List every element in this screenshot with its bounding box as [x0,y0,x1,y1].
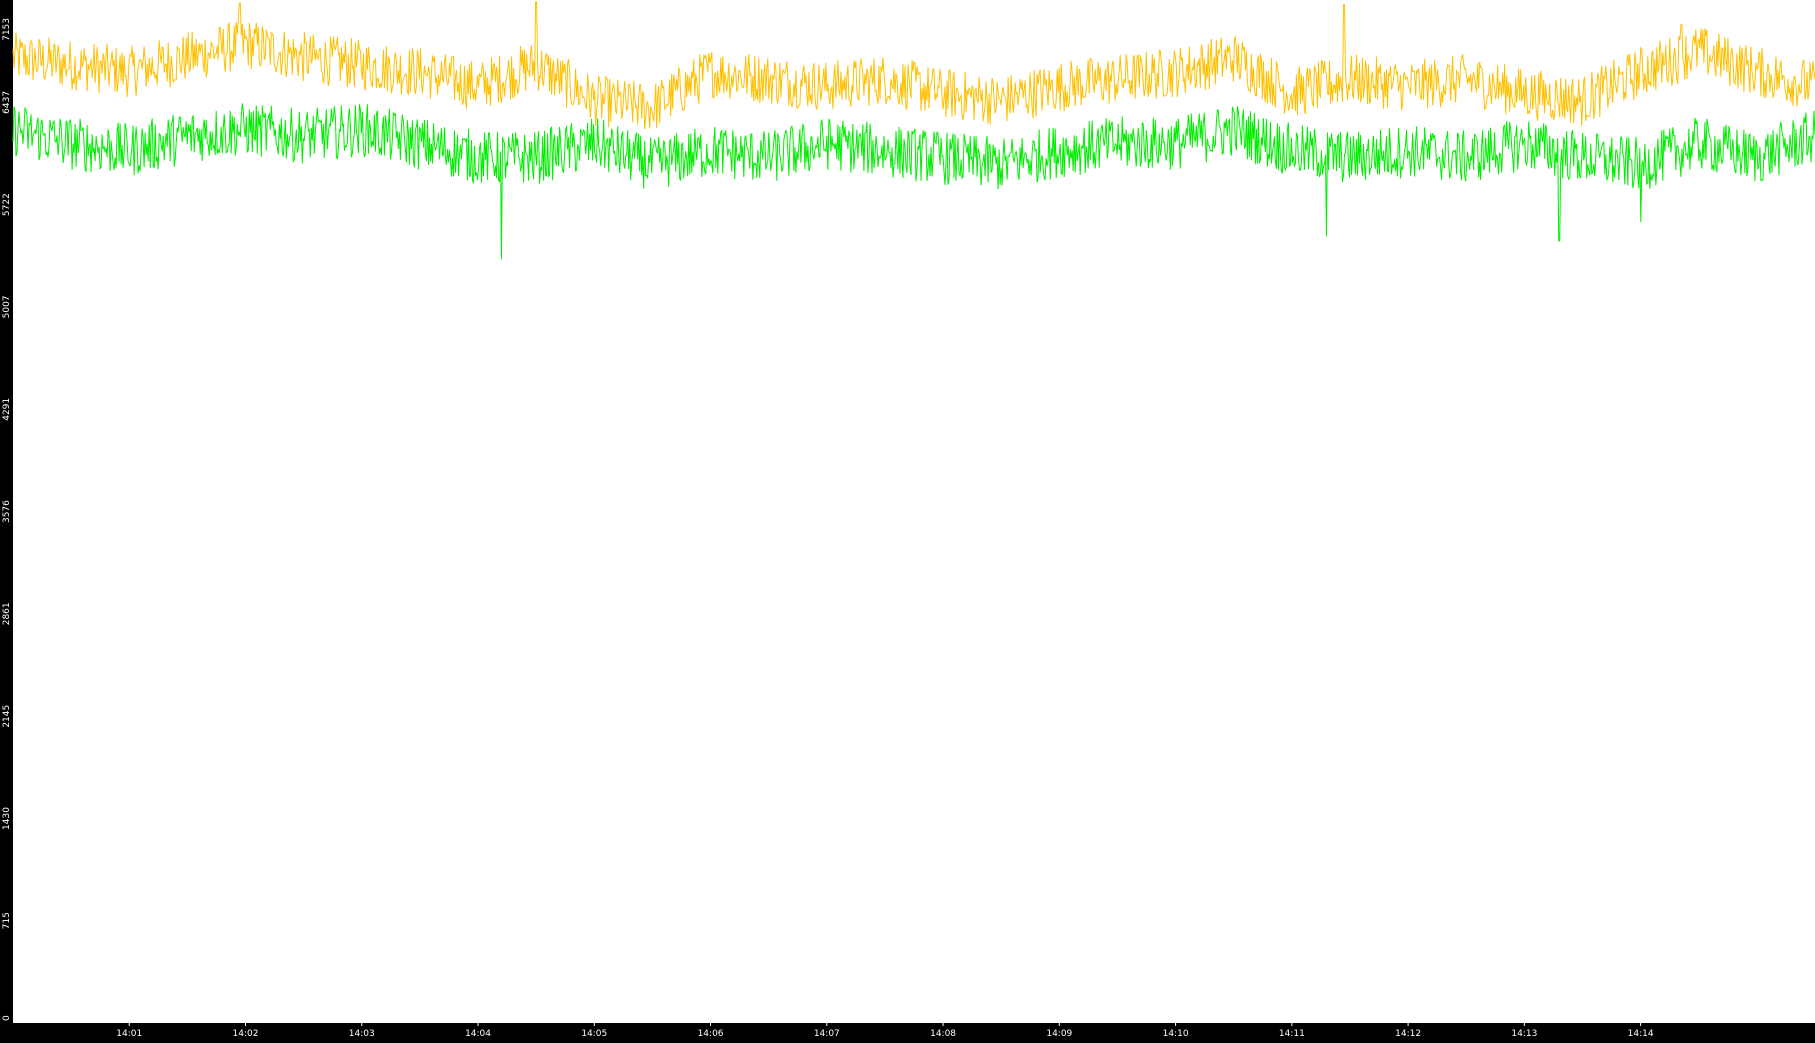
x-tick-label: 14:10 [1163,1029,1189,1039]
y-tick-label: 3576 [2,500,12,523]
x-axis: 14:01 14:02 14:03 14:04 14:05 14:06 14:07 14:08… [116,1023,1654,1039]
x-tick-label: 14:02 [233,1029,259,1039]
x-tick-label: 14:14 [1628,1029,1654,1039]
x-tick-label: 14:09 [1046,1029,1072,1039]
x-tick-label: 14:04 [465,1029,491,1039]
y-tick-label: 5007 [2,295,12,318]
y-tick-label: 6437 [2,91,12,114]
x-tick-label: 14:06 [698,1029,724,1039]
x-tick-label: 14:12 [1395,1029,1421,1039]
x-tick-label: 14:01 [116,1029,142,1039]
y-tick-label: 2861 [2,602,12,625]
line-chart: 0 715 1430 2145 2861 3576 4291 5007 5722 6437 7153… [0,0,1815,1039]
x-tick-label: 14:03 [349,1029,375,1039]
y-tick-label: 1430 [2,807,12,830]
x-tick-label: 14:11 [1279,1029,1305,1039]
y-axis: 0 715 1430 2145 2861 3576 4291 5007 5722 6437 7153 [2,18,12,1021]
y-tick-label: 0 [2,1015,12,1021]
y-tick-label: 4291 [2,398,12,421]
x-tick-label: 14:08 [930,1029,956,1039]
y-tick-label: 715 [2,912,12,929]
y-tick-label: 5722 [2,193,12,216]
x-tick-label: 14:07 [814,1029,840,1039]
chart: 0 715 1430 2145 2861 3576 4291 5007 5722 6437 7153… [0,0,1815,1039]
y-tick-label: 2145 [2,705,12,728]
x-tick-label: 14:13 [1511,1029,1537,1039]
y-tick-label: 7153 [2,18,12,41]
x-tick-label: 14:05 [581,1029,607,1039]
